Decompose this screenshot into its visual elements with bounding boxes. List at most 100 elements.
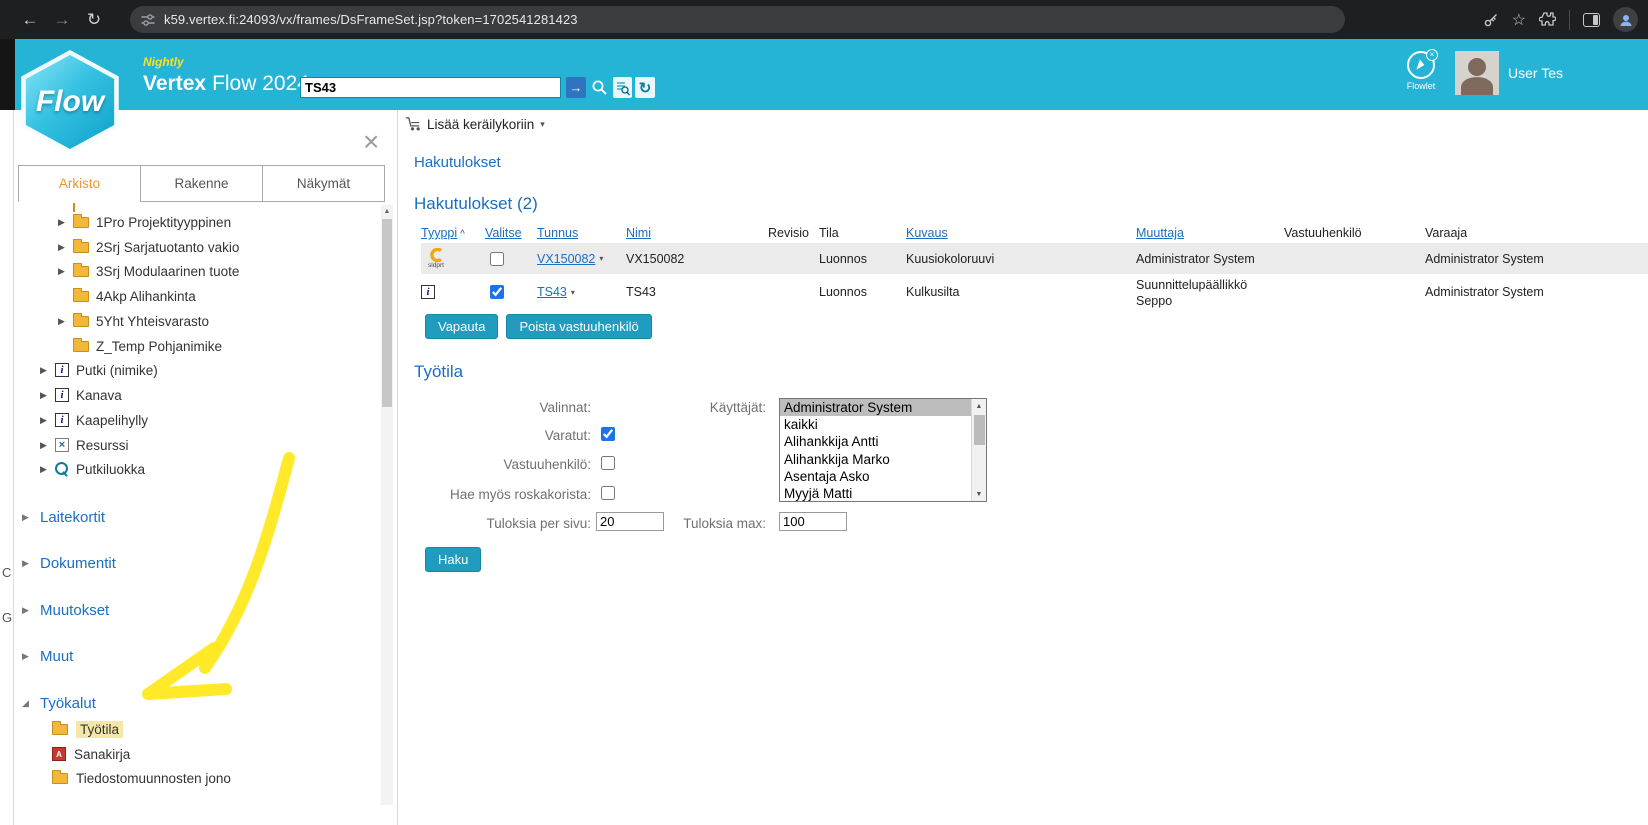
tab-arkisto[interactable]: Arkisto xyxy=(18,165,141,202)
scrollbar-thumb[interactable] xyxy=(382,219,392,407)
expand-arrow-icon[interactable]: ▶ xyxy=(40,464,50,475)
column-header-tyyppi[interactable]: Tyyppi^ xyxy=(421,226,485,240)
sidebar-item-dokumentit[interactable]: ▶ Dokumentit xyxy=(15,552,116,574)
global-search-input[interactable] xyxy=(300,77,561,98)
expand-arrow-icon[interactable]: ▶ xyxy=(58,316,68,327)
scroll-up-icon[interactable]: ▲ xyxy=(381,205,393,218)
listbox-option[interactable]: Administrator System xyxy=(780,399,986,416)
column-header-valitse[interactable]: Valitse xyxy=(485,226,537,240)
tree-item[interactable]: ▶ 2Srj Sarjatuotanto vakio xyxy=(15,235,239,259)
tree-item-label[interactable]: Kaapelihylly xyxy=(76,413,148,428)
scroll-up-icon[interactable]: ▲ xyxy=(972,399,986,413)
browser-profile-icon[interactable] xyxy=(1613,7,1638,32)
sidebar-item-tiedostomuunnosten-jono[interactable]: Tiedostomuunnosten jono xyxy=(15,767,231,789)
chevron-down-icon[interactable]: ▾ xyxy=(571,288,575,297)
sidebar-item-muut[interactable]: ▶ Muut xyxy=(15,645,73,667)
side-panel-icon[interactable] xyxy=(1583,13,1600,27)
listbox-scrollbar[interactable]: ▲ ▼ xyxy=(971,399,986,501)
tree-item-label[interactable]: 4Akp Alihankinta xyxy=(96,289,196,304)
sidebar-item-laitekortit[interactable]: ▶ Laitekortit xyxy=(15,506,105,528)
listbox-option[interactable]: kaikki xyxy=(780,416,986,433)
listbox-option[interactable]: Alihankkija Marko xyxy=(780,451,986,468)
sidebar-item-sanakirja[interactable]: A Sanakirja xyxy=(15,743,130,765)
tree-item-label[interactable]: 1Pro Projektityyppinen xyxy=(96,215,231,230)
expand-arrow-icon[interactable]: ▶ xyxy=(40,440,50,451)
sidebar-item-tyotila[interactable]: Työtila xyxy=(15,718,123,740)
column-header-nimi[interactable]: Nimi xyxy=(626,226,768,240)
tree-item[interactable]: ▶ 1Pro Projektityyppinen xyxy=(15,210,231,234)
address-bar[interactable]: k59.vertex.fi:24093/vx/frames/DsFrameSet… xyxy=(130,6,1345,33)
sidebar-item-tyokalut[interactable]: ◢ Työkalut xyxy=(15,692,96,714)
chevron-down-icon[interactable]: ▾ xyxy=(599,254,603,263)
tunnus-link[interactable]: VX150082 xyxy=(537,252,595,266)
tree-item[interactable]: 4Akp Alihankinta xyxy=(15,284,196,308)
site-settings-icon[interactable] xyxy=(140,12,156,28)
tree-item[interactable]: ▶ 3Srj Modulaarinen tuote xyxy=(15,259,239,283)
tree-item-label[interactable]: Tiedostomuunnosten jono xyxy=(76,771,231,786)
tree-item-label[interactable]: 3Srj Modulaarinen tuote xyxy=(96,264,239,279)
back-icon[interactable]: ← xyxy=(14,10,46,30)
tab-nakymat[interactable]: Näkymät xyxy=(262,165,385,202)
row-select-checkbox[interactable] xyxy=(490,285,504,299)
search-magnifier-icon[interactable] xyxy=(589,77,610,98)
expand-arrow-icon[interactable]: ▶ xyxy=(40,415,50,426)
extensions-puzzle-icon[interactable] xyxy=(1539,11,1556,28)
tree-item[interactable]: ▶ i Putki (nimike) xyxy=(15,358,158,382)
reload-icon[interactable]: ↻ xyxy=(78,10,110,30)
poista-vastuuhenkilo-button[interactable]: Poista vastuuhenkilö xyxy=(506,314,651,339)
tree-item[interactable]: Z_Temp Pohjanimike xyxy=(15,334,222,358)
tree-item-label[interactable]: Kanava xyxy=(76,388,122,403)
bookmark-star-icon[interactable]: ☆ xyxy=(1512,10,1526,30)
results-per-page-input[interactable] xyxy=(596,512,664,531)
tree-item-label[interactable]: Työtila xyxy=(76,721,123,738)
user-avatar[interactable] xyxy=(1455,51,1499,95)
url-text[interactable]: k59.vertex.fi:24093/vx/frames/DsFrameSet… xyxy=(164,12,578,27)
tree-item[interactable]: ▶ Putkiluokka xyxy=(15,457,145,481)
listbox-option[interactable]: Myyjä Matti xyxy=(780,485,986,502)
forward-icon[interactable]: → xyxy=(46,10,78,30)
tree-item[interactable]: ▶ i Kaapelihylly xyxy=(15,408,148,432)
vapauta-button[interactable]: Vapauta xyxy=(425,314,498,339)
expand-arrow-icon[interactable]: ▶ xyxy=(22,558,34,569)
tree-item[interactable]: ▶ 5Yht Yhteisvarasto xyxy=(15,309,209,333)
flowlet-button[interactable]: × Flowlet xyxy=(1402,51,1440,91)
results-max-input[interactable] xyxy=(779,512,847,531)
expand-arrow-icon[interactable]: ▶ xyxy=(58,266,68,277)
haku-button[interactable]: Haku xyxy=(425,547,481,572)
column-header-muuttaja[interactable]: Muuttaja xyxy=(1136,226,1284,240)
collapsed-panel-edge[interactable]: C G xyxy=(0,110,14,825)
user-name[interactable]: User Tes xyxy=(1508,65,1563,81)
tree-item-label[interactable]: 2Srj Sarjatuotanto vakio xyxy=(96,240,239,255)
chevron-down-icon[interactable]: ▾ xyxy=(540,119,545,130)
expand-arrow-icon[interactable]: ▶ xyxy=(40,365,50,376)
add-to-basket-button[interactable]: Lisää keräilykoriin ▾ xyxy=(404,116,545,132)
tab-rakenne[interactable]: Rakenne xyxy=(140,165,263,202)
tunnus-link[interactable]: TS43 xyxy=(537,285,567,299)
expand-arrow-icon[interactable]: ▶ xyxy=(22,512,34,523)
tree-item-label[interactable]: Resurssi xyxy=(76,438,129,453)
column-header-tunnus[interactable]: Tunnus xyxy=(537,226,626,240)
column-header-kuvaus[interactable]: Kuvaus xyxy=(906,226,1136,240)
listbox-option[interactable]: Asentaja Asko xyxy=(780,468,986,485)
close-icon[interactable]: × xyxy=(363,128,379,156)
collapse-arrow-icon[interactable]: ◢ xyxy=(22,698,34,709)
scrollbar-thumb[interactable] xyxy=(974,415,985,445)
tree-item-label[interactable]: Z_Temp Pohjanimike xyxy=(96,339,222,354)
tree-item-label[interactable]: 5Yht Yhteisvarasto xyxy=(96,314,209,329)
password-key-icon[interactable] xyxy=(1483,12,1499,28)
scroll-down-icon[interactable]: ▼ xyxy=(972,487,986,501)
tree-item[interactable]: ▶ i Kanava xyxy=(15,383,122,407)
add-to-basket-label[interactable]: Lisää keräilykoriin xyxy=(427,117,534,132)
row-select-checkbox[interactable] xyxy=(490,252,504,266)
search-history-icon[interactable]: ↻ xyxy=(635,77,655,98)
expand-arrow-icon[interactable]: ▶ xyxy=(58,242,68,253)
expand-arrow-icon[interactable]: ▶ xyxy=(40,390,50,401)
listbox-option[interactable]: Alihankkija Antti xyxy=(780,433,986,450)
vastuuhenkilo-checkbox[interactable] xyxy=(601,456,615,470)
tree-item[interactable]: ▶ × Resurssi xyxy=(15,433,129,457)
expand-arrow-icon[interactable]: ▶ xyxy=(58,217,68,228)
users-listbox[interactable]: Administrator System kaikki Alihankkija … xyxy=(779,398,987,502)
search-go-icon[interactable]: → xyxy=(566,77,586,98)
roskakori-checkbox[interactable] xyxy=(601,486,615,500)
expand-arrow-icon[interactable]: ▶ xyxy=(22,605,34,616)
